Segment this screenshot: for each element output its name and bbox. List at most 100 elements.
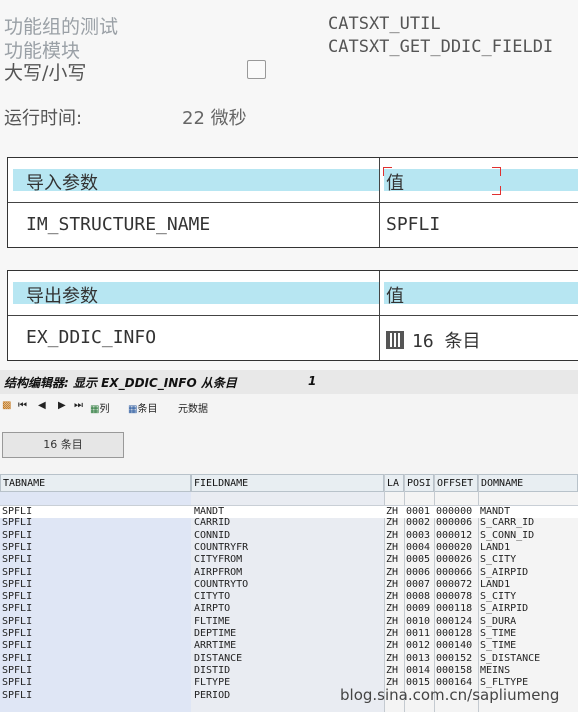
cell-tabname: SPFLI xyxy=(2,541,33,553)
metadata-button[interactable]: 元数据 xyxy=(178,400,208,415)
cell-position: 0014 xyxy=(406,664,431,676)
cell-tabname: SPFLI xyxy=(2,677,33,689)
table-row[interactable]: SPFLI MANDT ZH 0001 000000 MANDT xyxy=(0,505,578,519)
cell-domname: S_CARR_ID xyxy=(480,517,535,529)
cell-fieldname: CARRID xyxy=(194,517,231,529)
cell-offset: 000026 xyxy=(436,554,473,566)
structure-icon[interactable]: ▩ xyxy=(2,400,11,411)
cell-fieldname: DISTANCE xyxy=(194,652,243,664)
table-icon[interactable] xyxy=(386,331,404,349)
cell-position: 0011 xyxy=(406,628,431,639)
columns-label: 列 xyxy=(99,404,110,415)
entries-label: 条目 xyxy=(137,404,158,415)
cell-position: 0002 xyxy=(406,517,431,529)
case-sensitive-checkbox[interactable] xyxy=(247,60,266,79)
structure-editor-number: 1 xyxy=(308,374,317,388)
cell-position: 0009 xyxy=(406,603,431,615)
column-header-position[interactable]: POSI xyxy=(404,474,434,492)
cell-domname: MANDT xyxy=(480,506,511,517)
column-header-fieldname[interactable]: FIELDNAME xyxy=(191,474,384,492)
cell-language: ZH xyxy=(386,529,399,541)
cell-tabname: SPFLI xyxy=(2,506,33,517)
cell-position: 0007 xyxy=(406,578,431,590)
cell-tabname: SPFLI xyxy=(2,517,33,529)
cell-language: ZH xyxy=(386,591,399,603)
columns-button[interactable]: ▦列 xyxy=(90,400,109,415)
next-page-icon[interactable]: ▶ xyxy=(58,400,66,411)
cell-domname: S_TIME xyxy=(480,640,517,652)
cell-domname: S_AIRPID xyxy=(480,566,529,578)
column-header-language[interactable]: LA xyxy=(384,474,404,492)
cell-fieldname: DISTID xyxy=(194,664,231,676)
cell-position: 0012 xyxy=(406,640,431,652)
cell-tabname: SPFLI xyxy=(2,640,33,652)
cell-language: ZH xyxy=(386,615,399,627)
cell-offset: 000066 xyxy=(436,566,473,578)
entries-button[interactable]: ▦条目 xyxy=(128,400,157,415)
table-row[interactable]: SPFLI CITYFROM ZH 0005 000026 S_CITY xyxy=(0,554,578,566)
import-param-column-header: 导入参数 xyxy=(26,173,98,194)
cell-fieldname: FLTYPE xyxy=(194,677,231,689)
entries-count-button[interactable]: 16 条目 xyxy=(2,432,124,458)
cell-offset: 000158 xyxy=(436,664,473,676)
column-header-domname[interactable]: DOMNAME xyxy=(478,474,578,492)
cell-position: 0001 xyxy=(406,506,431,517)
cell-tabname: SPFLI xyxy=(2,603,33,615)
export-params-header: 导出参数 值 xyxy=(8,271,578,316)
structure-editor-title: 结构编辑器: 显示 EX_DDIC_INFO 从条目 xyxy=(4,376,237,390)
structure-editor-toolbar: ▩ ⏮ ◀ ▶ ⏭ ▦列 ▦条目 元数据 xyxy=(0,396,578,418)
cell-domname: S_CITY xyxy=(480,591,517,603)
table-row[interactable]: SPFLI DISTANCE ZH 0013 000152 S_DISTANCE xyxy=(0,653,578,665)
cell-tabname: SPFLI xyxy=(2,591,33,603)
first-page-icon[interactable]: ⏮ xyxy=(18,400,27,411)
export-param-value-cell[interactable]: 16 条目 xyxy=(386,327,481,353)
cell-language: ZH xyxy=(386,628,399,639)
import-param-row[interactable]: IM_STRUCTURE_NAME SPFLI xyxy=(8,203,578,247)
cell-tabname: SPFLI xyxy=(2,652,33,664)
import-param-name: IM_STRUCTURE_NAME xyxy=(26,214,211,235)
column-header-tabname[interactable]: TABNAME xyxy=(0,474,191,492)
cell-fieldname: DEPTIME xyxy=(194,628,237,639)
table-row[interactable]: SPFLI DEPTIME ZH 0011 000128 S_TIME xyxy=(0,628,578,640)
table-row[interactable]: SPFLI FLTIME ZH 0010 000124 S_DURA xyxy=(0,616,578,628)
cell-offset: 000152 xyxy=(436,652,473,664)
table-row[interactable]: SPFLI AIRPTO ZH 0009 000118 S_AIRPID xyxy=(0,603,578,615)
runtime-value: 22 微秒 xyxy=(182,108,247,129)
cell-tabname: SPFLI xyxy=(2,615,33,627)
export-param-row[interactable]: EX_DDIC_INFO 16 条目 xyxy=(8,316,578,360)
case-sensitive-label: 大写/小写 xyxy=(4,62,87,84)
cell-offset: 000006 xyxy=(436,517,473,529)
function-module-value: CATSXT_GET_DDIC_FIELDI xyxy=(328,37,554,57)
import-param-value[interactable]: SPFLI xyxy=(386,214,440,235)
table-row[interactable]: SPFLI CONNID ZH 0003 000012 S_CONN_ID xyxy=(0,530,578,542)
table-row[interactable]: SPFLI COUNTRYTO ZH 0007 000072 LAND1 xyxy=(0,579,578,591)
table-row[interactable]: SPFLI AIRPFROM ZH 0006 000066 S_AIRPID xyxy=(0,567,578,579)
previous-page-icon[interactable]: ◀ xyxy=(38,400,46,411)
last-page-icon[interactable]: ⏭ xyxy=(74,400,83,411)
table-row[interactable]: SPFLI COUNTRYFR ZH 0004 000020 LAND1 xyxy=(0,542,578,554)
cell-domname: LAND1 xyxy=(480,541,511,553)
cell-tabname: SPFLI xyxy=(2,578,33,590)
cell-fieldname: FLTIME xyxy=(194,615,231,627)
table-row[interactable]: SPFLI DISTID ZH 0014 000158 MEINS xyxy=(0,665,578,677)
cell-tabname: SPFLI xyxy=(2,628,33,639)
cell-domname: MEINS xyxy=(480,664,511,676)
cell-fieldname: CONNID xyxy=(194,529,231,541)
cell-domname: S_TIME xyxy=(480,628,517,639)
cell-language: ZH xyxy=(386,640,399,652)
function-group-value: CATSXT_UTIL xyxy=(328,14,441,34)
table-row[interactable]: SPFLI CARRID ZH 0002 000006 S_CARR_ID xyxy=(0,517,578,529)
cell-position: 0004 xyxy=(406,541,431,553)
cell-domname: S_CONN_ID xyxy=(480,529,535,541)
cell-domname: LAND1 xyxy=(480,578,511,590)
table-row[interactable]: SPFLI CITYTO ZH 0008 000078 S_CITY xyxy=(0,591,578,603)
cell-fieldname: COUNTRYTO xyxy=(194,578,249,590)
export-value-column-header: 值 xyxy=(386,286,404,307)
cell-offset: 000072 xyxy=(436,578,473,590)
cell-fieldname: PERIOD xyxy=(194,689,231,701)
column-header-offset[interactable]: OFFSET xyxy=(434,474,478,492)
cell-language: ZH xyxy=(386,506,399,517)
cell-fieldname: AIRPTO xyxy=(194,603,231,615)
table-row[interactable]: SPFLI ARRTIME ZH 0012 000140 S_TIME xyxy=(0,640,578,652)
export-param-value[interactable]: 16 条目 xyxy=(412,331,481,352)
